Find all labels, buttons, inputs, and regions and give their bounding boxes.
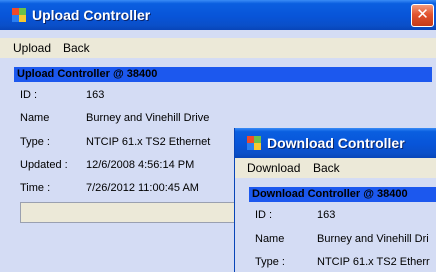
download-controller-window: Download Controller Download Back Downlo… <box>234 128 436 272</box>
menu-back[interactable]: Back <box>63 41 90 55</box>
window-title: Upload Controller <box>32 7 151 23</box>
upload-name-label: Name <box>20 112 50 124</box>
upload-type-label: Type : <box>20 136 50 148</box>
window-title: Download Controller <box>267 135 405 151</box>
upload-menubar: Upload Back <box>0 38 436 58</box>
upload-updated-label: Updated : <box>20 159 68 171</box>
download-name-label: Name <box>255 233 285 245</box>
app-icon <box>247 136 261 150</box>
close-button[interactable]: ✕ <box>411 4 434 27</box>
download-menubar: Download Back <box>235 158 436 178</box>
menu-upload[interactable]: Upload <box>13 41 51 55</box>
upload-id-value: 163 <box>86 89 105 101</box>
download-id-value: 163 <box>317 209 336 221</box>
upload-id-label: ID : <box>20 89 38 101</box>
upload-time-value: 7/26/2012 11:00:45 AM <box>86 182 199 194</box>
download-type-value: NTCIP 61.x TS2 Etherr <box>317 256 430 268</box>
upload-titlebar[interactable]: Upload Controller ✕ <box>0 0 436 30</box>
download-titlebar[interactable]: Download Controller <box>235 128 436 158</box>
download-section-header: Download Controller @ 38400 <box>249 187 436 202</box>
upload-name-value: Burney and Vinehill Drive <box>86 112 210 124</box>
download-name-value: Burney and Vinehill Dri <box>317 233 429 245</box>
upload-time-label: Time : <box>20 182 51 194</box>
download-type-label: Type : <box>255 256 285 268</box>
menu-back[interactable]: Back <box>313 161 340 175</box>
upload-status-box <box>20 202 262 223</box>
upload-updated-value: 12/6/2008 4:56:14 PM <box>86 159 195 171</box>
upload-type-value: NTCIP 61.x TS2 Ethernet <box>86 136 211 148</box>
upload-section-header: Upload Controller @ 38400 <box>14 67 432 82</box>
menu-download[interactable]: Download <box>247 161 300 175</box>
download-id-label: ID : <box>255 209 273 221</box>
app-icon <box>12 8 26 22</box>
